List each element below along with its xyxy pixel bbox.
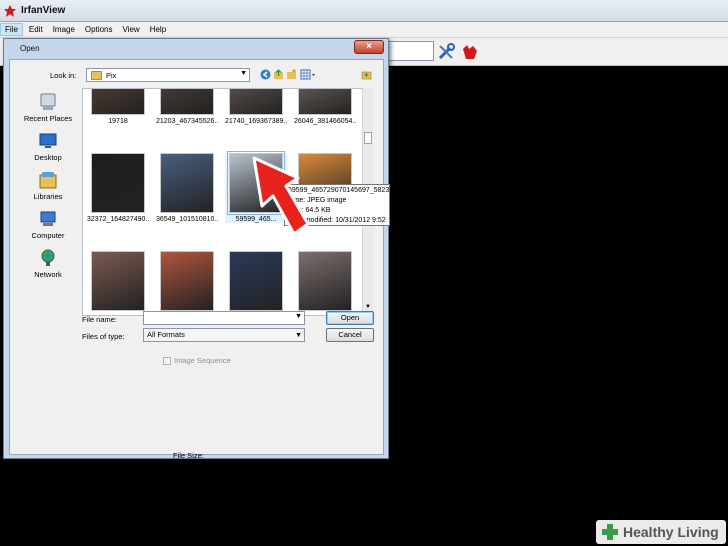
open-dialog: Open × Look in: Pix ▼ Recent Places Desk… xyxy=(3,38,389,460)
place-label: Recent Places xyxy=(23,114,73,123)
places-bar: Recent Places Desktop Libraries Computer xyxy=(13,88,83,308)
thumbnail-image xyxy=(160,153,214,213)
scrollbar-thumb[interactable] xyxy=(364,132,372,144)
place-label: Desktop xyxy=(34,153,62,162)
place-recent-places[interactable]: Recent Places xyxy=(13,92,83,123)
menu-help[interactable]: Help xyxy=(146,24,170,35)
irfanview-logo-icon xyxy=(4,4,16,17)
place-network[interactable]: Network xyxy=(13,248,83,279)
menubar: File Edit Image Options View Help xyxy=(0,22,728,38)
menu-image[interactable]: Image xyxy=(49,24,79,35)
files-of-type-value: All Formats xyxy=(147,330,185,339)
dialog-title: Open xyxy=(20,43,40,53)
thumbnail-image xyxy=(91,89,145,115)
thumbnail-label: 19718 xyxy=(108,118,128,125)
scroll-down-arrow-icon[interactable]: ▼ xyxy=(365,304,371,310)
watermark-text: Healthy Living xyxy=(623,524,719,540)
thumbnail-label: 36549_101510810... xyxy=(156,216,218,223)
file-thumbnail[interactable]: 19718 xyxy=(87,89,149,125)
plus-logo-icon xyxy=(602,524,618,540)
look-in-label: Look in: xyxy=(50,71,77,80)
open-button[interactable]: Open xyxy=(326,311,374,325)
chevron-down-icon: ▼ xyxy=(240,70,247,77)
menu-edit[interactable]: Edit xyxy=(25,24,47,35)
thumbnail-image xyxy=(160,89,214,115)
file-thumbnail[interactable]: 32372_164827490... xyxy=(87,153,149,223)
toolbar-zoom-field[interactable] xyxy=(388,41,434,61)
place-desktop[interactable]: Desktop xyxy=(13,131,83,162)
files-of-type-label: Files of type: xyxy=(82,332,125,341)
place-label: Network xyxy=(34,270,62,279)
file-thumbnail[interactable] xyxy=(156,251,218,314)
dialog-body: Look in: Pix ▼ Recent Places Desktop Lib… xyxy=(9,59,384,460)
menu-options[interactable]: Options xyxy=(81,24,117,35)
file-thumbnail[interactable] xyxy=(225,251,287,314)
close-button[interactable]: × xyxy=(354,40,384,54)
look-in-value: Pix xyxy=(106,70,117,80)
file-thumbnail[interactable] xyxy=(294,251,356,314)
files-of-type-select[interactable]: All Formats ▼ xyxy=(143,328,305,342)
recent-places-icon xyxy=(40,93,56,110)
place-computer[interactable]: Computer xyxy=(13,209,83,240)
healthy-living-watermark: Healthy Living xyxy=(596,520,726,544)
menu-view[interactable]: View xyxy=(119,24,144,35)
open-folder-icon[interactable] xyxy=(361,69,372,80)
thumbnail-label: 21203_467345526... xyxy=(156,118,218,125)
thumbnail-image xyxy=(91,153,145,213)
thumbnail-label: 21740_169367389... xyxy=(225,118,287,125)
network-globe-icon xyxy=(41,249,55,266)
folder-icon xyxy=(91,70,102,80)
chevron-down-icon: ▼ xyxy=(295,332,302,339)
menu-file[interactable]: File xyxy=(0,23,23,36)
thumbnail-image xyxy=(298,89,352,115)
file-thumbnail[interactable]: 36549_101510810... xyxy=(156,153,218,223)
irfanview-cat-icon[interactable] xyxy=(461,43,479,61)
red-arrow-icon xyxy=(252,156,310,236)
libraries-icon xyxy=(39,172,57,189)
thumbnail-image xyxy=(160,251,214,311)
computer-icon xyxy=(40,211,56,226)
file-thumbnail[interactable] xyxy=(87,251,149,314)
file-thumbnail[interactable]: 21203_467345526... xyxy=(156,89,218,125)
image-sequence-checkbox[interactable]: Image Sequence xyxy=(163,356,231,365)
thumbnail-image xyxy=(229,89,283,115)
file-size-label: File Size: xyxy=(173,451,204,460)
up-folder-icon[interactable] xyxy=(273,69,284,80)
thumbnail-image xyxy=(91,251,145,311)
image-sequence-label: Image Sequence xyxy=(174,356,231,365)
thumbnail-image xyxy=(229,251,283,311)
file-name-label: File name: xyxy=(82,315,118,324)
place-label: Computer xyxy=(31,231,65,240)
app-titlebar: IrfanView xyxy=(0,0,728,22)
thumbnail-label: 26046_381466054... xyxy=(294,118,356,125)
checkbox-box[interactable] xyxy=(163,356,171,365)
thumbnail-image xyxy=(298,251,352,311)
file-thumbnail[interactable]: 26046_381466054... xyxy=(294,89,356,125)
desktop-icon xyxy=(39,133,57,148)
back-icon[interactable] xyxy=(260,69,271,80)
thumbnail-label: 32372_164827490... xyxy=(87,216,149,223)
dialog-titlebar: Open xyxy=(4,39,388,57)
view-menu-icon[interactable] xyxy=(300,69,316,80)
file-name-input[interactable]: ▼ xyxy=(143,311,305,325)
new-folder-icon[interactable] xyxy=(286,69,297,80)
app-title: IrfanView xyxy=(21,5,66,16)
look-in-combo[interactable]: Pix ▼ xyxy=(86,68,250,82)
cancel-button[interactable]: Cancel xyxy=(326,328,374,342)
chevron-down-icon[interactable]: ▼ xyxy=(295,313,302,320)
place-libraries[interactable]: Libraries xyxy=(13,170,83,201)
settings-tools-icon[interactable] xyxy=(437,43,455,61)
file-thumbnail[interactable]: 21740_169367389... xyxy=(225,89,287,125)
place-label: Libraries xyxy=(33,192,63,201)
